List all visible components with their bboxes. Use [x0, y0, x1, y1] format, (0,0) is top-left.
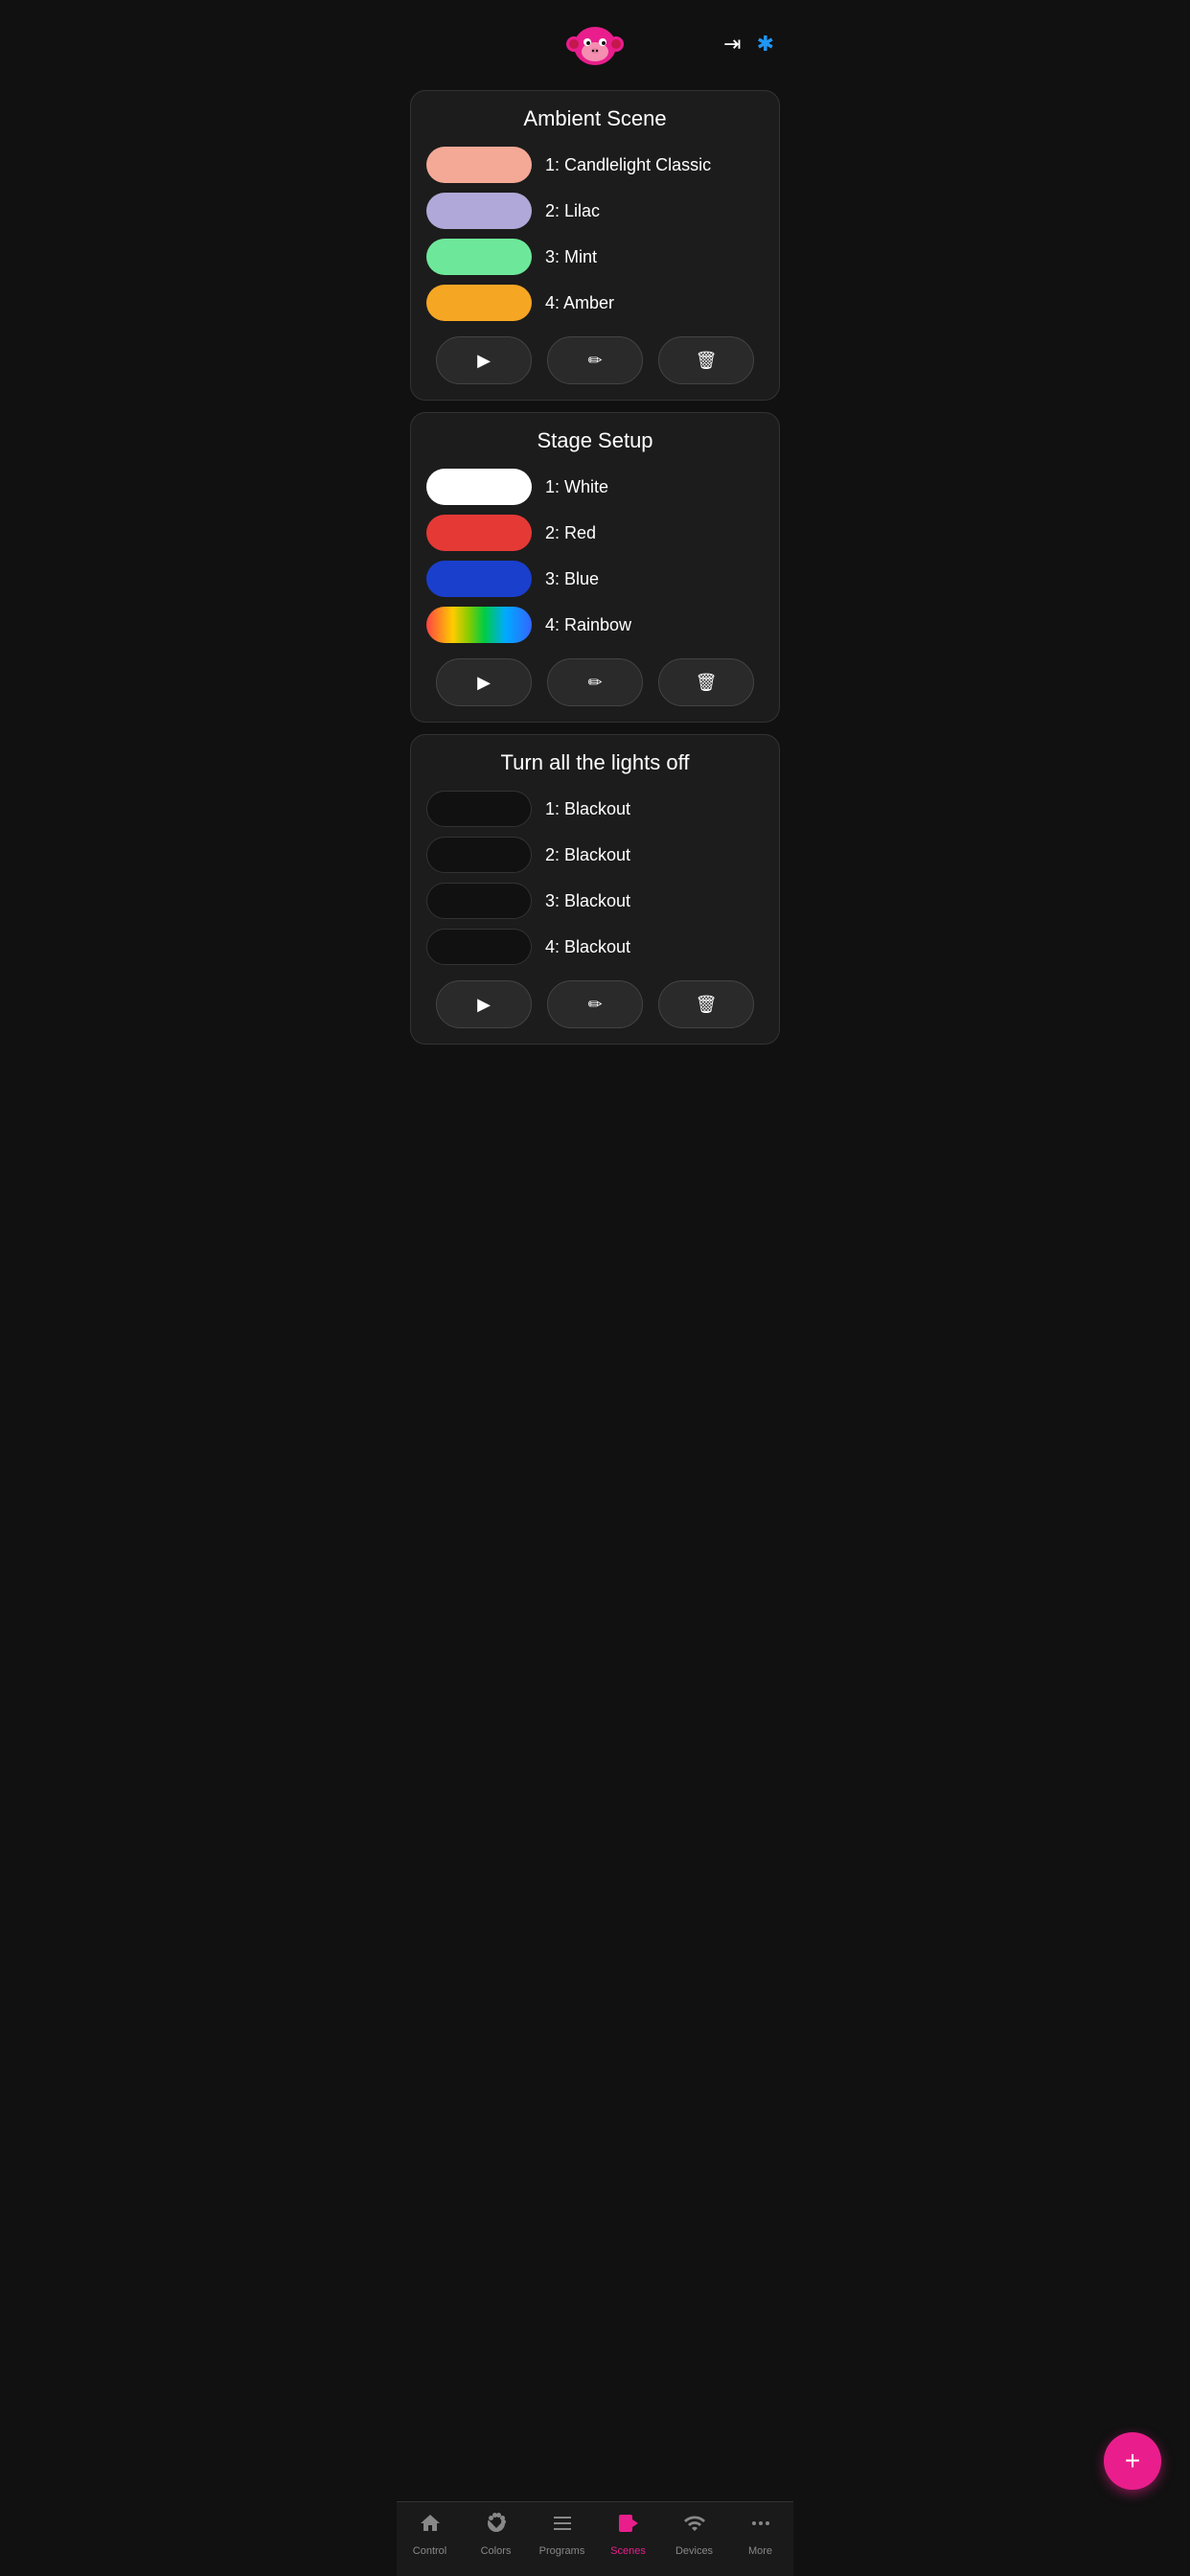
- devices-nav-icon: [683, 2512, 706, 2542]
- color-swatch: [426, 193, 532, 229]
- scene-title-ambient-scene: Ambient Scene: [426, 106, 764, 131]
- play-icon: ▶: [477, 673, 491, 693]
- action-buttons: ▶ ✏ 🗑: [426, 336, 764, 384]
- color-item: 2: Blackout: [426, 837, 764, 873]
- control-nav-icon: [419, 2512, 442, 2542]
- action-buttons: ▶ ✏ 🗑: [426, 658, 764, 706]
- main-content: Ambient Scene 1: Candlelight Classic 2: Li…: [397, 82, 793, 1140]
- programs-nav-label: Programs: [539, 2545, 585, 2557]
- color-label: 1: Blackout: [545, 799, 630, 819]
- color-swatch: [426, 239, 532, 275]
- play-icon: ▶: [477, 351, 491, 371]
- login-icon[interactable]: ⇥: [723, 32, 741, 57]
- nav-item-programs[interactable]: Programs: [534, 2512, 591, 2557]
- color-label: 1: White: [545, 477, 608, 497]
- color-swatch: [426, 791, 532, 827]
- color-item: 2: Lilac: [426, 193, 764, 229]
- edit-icon: ✏: [587, 351, 602, 371]
- edit-button-lights-off[interactable]: ✏: [547, 980, 643, 1028]
- edit-button-ambient-scene[interactable]: ✏: [547, 336, 643, 384]
- color-item: 1: White: [426, 469, 764, 505]
- action-buttons: ▶ ✏ 🗑: [426, 980, 764, 1028]
- programs-nav-icon: [551, 2512, 574, 2542]
- color-label: 4: Blackout: [545, 937, 630, 957]
- color-item: 3: Blue: [426, 561, 764, 597]
- colors-nav-label: Colors: [481, 2545, 512, 2557]
- play-button-ambient-scene[interactable]: ▶: [436, 336, 532, 384]
- scene-card-lights-off: Turn all the lights off 1: Blackout 2: Bla…: [410, 734, 780, 1045]
- color-swatch: [426, 515, 532, 551]
- color-item: 4: Blackout: [426, 929, 764, 965]
- more-nav-icon: [749, 2512, 772, 2542]
- scenes-nav-label: Scenes: [610, 2545, 646, 2557]
- play-button-stage-setup[interactable]: ▶: [436, 658, 532, 706]
- color-label: 2: Blackout: [545, 845, 630, 865]
- color-label: 4: Amber: [545, 293, 614, 313]
- color-list-ambient-scene: 1: Candlelight Classic 2: Lilac 3: Mint 4: …: [426, 147, 764, 321]
- scene-card-stage-setup: Stage Setup 1: White 2: Red 3: Blue 4: Rainb…: [410, 412, 780, 723]
- color-label: 2: Red: [545, 523, 596, 543]
- edit-button-stage-setup[interactable]: ✏: [547, 658, 643, 706]
- bluetooth-icon[interactable]: ✱: [757, 32, 774, 57]
- color-label: 3: Blackout: [545, 891, 630, 911]
- color-item: 1: Candlelight Classic: [426, 147, 764, 183]
- bottom-nav: Control Colors Programs Scenes Devices More: [397, 2501, 793, 2576]
- trash-icon: 🗑: [696, 995, 718, 1015]
- devices-nav-label: Devices: [675, 2545, 713, 2557]
- color-label: 2: Lilac: [545, 201, 600, 221]
- color-swatch: [426, 883, 532, 919]
- color-swatch: [426, 285, 532, 321]
- nav-item-colors[interactable]: Colors: [468, 2512, 525, 2557]
- delete-button-lights-off[interactable]: 🗑: [658, 980, 754, 1028]
- color-swatch: [426, 607, 532, 643]
- scene-title-lights-off: Turn all the lights off: [426, 750, 764, 775]
- play-button-lights-off[interactable]: ▶: [436, 980, 532, 1028]
- delete-button-stage-setup[interactable]: 🗑: [658, 658, 754, 706]
- trash-icon: 🗑: [696, 351, 718, 371]
- delete-button-ambient-scene[interactable]: 🗑: [658, 336, 754, 384]
- add-icon: +: [1125, 2446, 1140, 2476]
- add-scene-fab[interactable]: +: [1104, 2432, 1161, 2490]
- scene-card-ambient-scene: Ambient Scene 1: Candlelight Classic 2: Li…: [410, 90, 780, 401]
- color-item: 3: Mint: [426, 239, 764, 275]
- color-item: 4: Amber: [426, 285, 764, 321]
- color-swatch: [426, 929, 532, 965]
- header: ⇥ ✱: [397, 0, 793, 82]
- color-item: 1: Blackout: [426, 791, 764, 827]
- colors-nav-icon: [485, 2512, 508, 2542]
- color-swatch: [426, 469, 532, 505]
- color-item: 4: Rainbow: [426, 607, 764, 643]
- edit-icon: ✏: [587, 995, 602, 1015]
- color-swatch: [426, 147, 532, 183]
- color-swatch: [426, 837, 532, 873]
- edit-icon: ✏: [587, 673, 602, 693]
- color-label: 3: Mint: [545, 247, 597, 267]
- color-swatch: [426, 561, 532, 597]
- color-list-stage-setup: 1: White 2: Red 3: Blue 4: Rainbow: [426, 469, 764, 643]
- color-item: 3: Blackout: [426, 883, 764, 919]
- scenes-nav-icon: [617, 2512, 640, 2542]
- color-label: 1: Candlelight Classic: [545, 155, 711, 175]
- app-logo: [566, 15, 624, 73]
- nav-item-scenes[interactable]: Scenes: [600, 2512, 657, 2557]
- color-label: 4: Rainbow: [545, 615, 631, 635]
- more-nav-label: More: [748, 2545, 772, 2557]
- nav-item-control[interactable]: Control: [401, 2512, 459, 2557]
- color-item: 2: Red: [426, 515, 764, 551]
- control-nav-label: Control: [413, 2545, 446, 2557]
- color-list-lights-off: 1: Blackout 2: Blackout 3: Blackout 4: Blac…: [426, 791, 764, 965]
- scene-title-stage-setup: Stage Setup: [426, 428, 764, 453]
- play-icon: ▶: [477, 995, 491, 1015]
- color-label: 3: Blue: [545, 569, 599, 589]
- header-icons: ⇥ ✱: [723, 32, 774, 57]
- nav-item-more[interactable]: More: [732, 2512, 790, 2557]
- nav-item-devices[interactable]: Devices: [666, 2512, 723, 2557]
- trash-icon: 🗑: [696, 673, 718, 693]
